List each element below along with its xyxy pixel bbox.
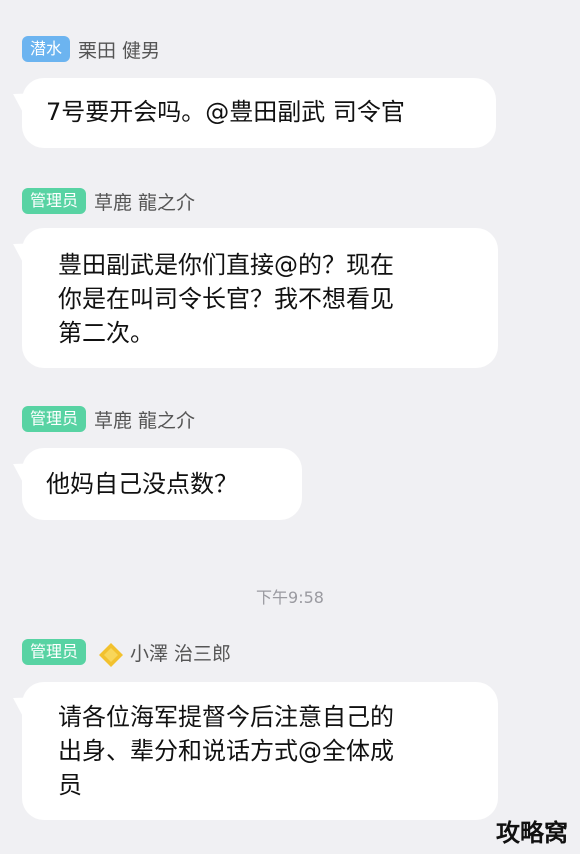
message-text-line: 员 <box>58 771 82 799</box>
role-badge: 管理员 <box>22 639 87 665</box>
message-1: 潜水 栗田 健男 <box>22 34 160 64</box>
role-badge: 管理员 <box>22 188 87 214</box>
message-text: 7号要开会吗。@豊田副武 司令官 <box>46 98 405 126</box>
message-header: 管理员 草鹿 龍之介 <box>22 186 195 216</box>
role-badge: 潜水 <box>22 36 71 62</box>
message-bubble[interactable]: 请各位海军提督今后注意自己的 出身、辈分和说话方式@全体成 员 <box>22 682 498 820</box>
timestamp: 下午9:58 <box>256 588 324 607</box>
diamond-rank-icon <box>98 642 124 667</box>
message-2: 管理员 草鹿 龍之介 <box>22 186 195 216</box>
sender-name[interactable]: 草鹿 龍之介 <box>94 406 195 433</box>
role-badge: 管理员 <box>22 406 87 432</box>
message-text: 他妈自己没点数？ <box>46 470 238 498</box>
message-3: 管理员 草鹿 龍之介 <box>22 404 195 434</box>
sender-name[interactable]: 草鹿 龍之介 <box>94 188 195 215</box>
watermark: 攻略窝 <box>496 819 568 847</box>
message-text-line: 你是在叫司令长官？我不想看见 <box>58 285 394 313</box>
message-header: 管理员 草鹿 龍之介 <box>22 404 195 434</box>
message-bubble[interactable]: 7号要开会吗。@豊田副武 司令官 <box>22 78 496 148</box>
message-text-line: 第二次。 <box>58 319 154 347</box>
message-4: 管理员 小澤 治三郎 <box>22 637 231 667</box>
message-bubble[interactable]: 豊田副武是你们直接@的？现在 你是在叫司令长官？我不想看见 第二次。 <box>22 228 498 368</box>
message-text-line: 豊田副武是你们直接@的？现在 <box>58 251 394 279</box>
message-text-line: 出身、辈分和说话方式@全体成 <box>58 737 394 765</box>
message-header: 潜水 栗田 健男 <box>22 34 160 64</box>
message-bubble[interactable]: 他妈自己没点数？ <box>22 448 302 520</box>
sender-name[interactable]: 栗田 健男 <box>78 36 160 63</box>
message-header: 管理员 小澤 治三郎 <box>22 637 231 667</box>
message-text-line: 请各位海军提督今后注意自己的 <box>58 703 394 731</box>
sender-name[interactable]: 小澤 治三郎 <box>130 639 231 666</box>
